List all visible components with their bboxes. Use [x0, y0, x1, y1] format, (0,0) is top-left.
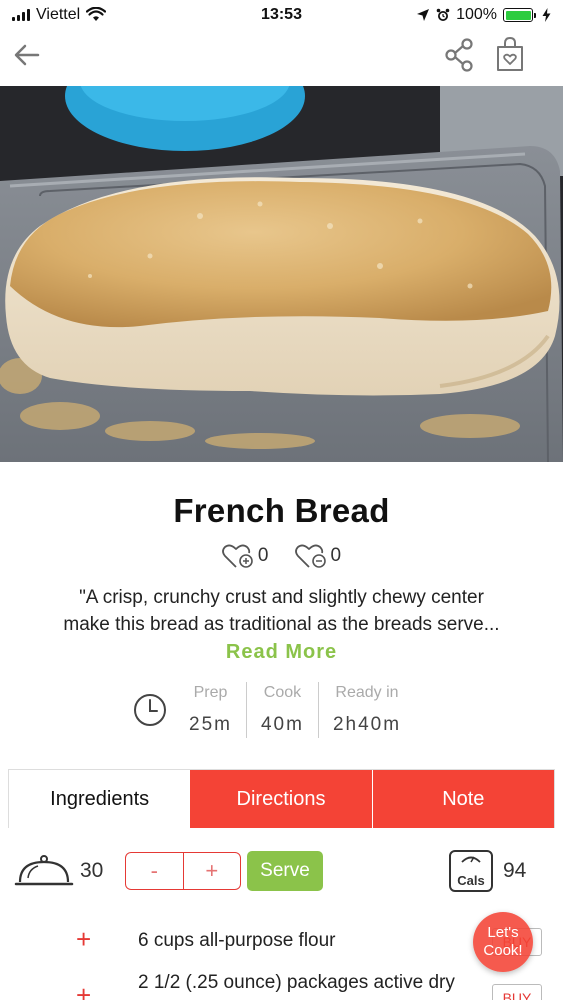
heart-minus-icon [294, 544, 326, 568]
tab-note[interactable]: Note [371, 770, 554, 828]
wifi-icon [86, 7, 107, 21]
increase-servings-button[interactable]: + [182, 853, 241, 889]
ingredient-item: + 2 1/2 (.25 ounce) packages active dry … [0, 966, 563, 1000]
prep-time: Prep 25m [185, 682, 246, 738]
dislike-count: 0 [330, 545, 342, 566]
clock-icon [134, 694, 166, 726]
prep-time-value: 25m [189, 714, 232, 735]
decrease-servings-button[interactable]: - [126, 853, 183, 889]
lets-cook-line-2: Cook! [483, 942, 523, 959]
status-time: 13:53 [261, 6, 302, 23]
lets-cook-button[interactable]: Let's Cook! [473, 912, 533, 972]
status-right: 100% [416, 6, 551, 24]
recipe-tabs: Ingredients Directions Note [8, 769, 555, 828]
cook-time: Cook 40m [245, 682, 318, 738]
cook-time-label: Cook [263, 684, 302, 701]
lets-cook-line-1: Let's [487, 924, 519, 941]
add-ingredient-icon[interactable]: + [76, 926, 91, 952]
recipe-photo [0, 86, 563, 462]
heart-plus-icon [222, 544, 253, 568]
signal-icon [12, 9, 30, 21]
status-left: Viettel [12, 6, 107, 24]
location-arrow-icon [417, 9, 430, 21]
calorie-scale-icon: Cals [449, 850, 493, 892]
reactions: 0 0 [0, 542, 563, 570]
charging-icon [542, 8, 551, 22]
tab-directions[interactable]: Directions [190, 770, 372, 828]
description-line-1: "A crisp, crunchy crust and slightly che… [79, 587, 484, 608]
share-icon[interactable] [444, 38, 474, 72]
like-count: 0 [257, 545, 269, 566]
serve-button[interactable]: Serve [247, 851, 323, 891]
dislike-button[interactable]: 0 [294, 542, 342, 570]
ready-time: Ready in 2h40m [317, 682, 415, 738]
cook-time-value: 40m [260, 714, 304, 735]
servings-stepper: - + [125, 852, 241, 890]
nav-bar [0, 30, 563, 86]
recipe-title: French Bread [173, 492, 390, 529]
add-ingredient-icon[interactable]: + [76, 982, 91, 1000]
status-bar: Viettel 13:53 100% [0, 0, 563, 30]
like-button[interactable]: 0 [222, 542, 269, 570]
serving-row: 30 - + Serve Cals 94 [0, 844, 563, 900]
shopping-bag-icon[interactable] [494, 36, 526, 72]
description-line-2: make this bread as traditional as the br… [63, 614, 500, 635]
calorie-value: 94 [503, 859, 527, 882]
carrier-label: Viettel [36, 6, 81, 23]
buy-button[interactable]: BUY [492, 984, 542, 1000]
recipe-times: Prep 25m Cook 40m Ready in 2h40m [133, 680, 415, 740]
tab-ingredients[interactable]: Ingredients [9, 770, 191, 828]
ingredient-text: 2 1/2 (.25 ounce) packages active dry [138, 972, 455, 993]
prep-time-label: Prep [193, 684, 228, 701]
servings-count: 30 [80, 859, 104, 882]
battery-percent: 100% [456, 6, 497, 23]
ready-time-label: Ready in [335, 684, 399, 701]
ingredient-text: 6 cups all-purpose flour [138, 930, 336, 951]
read-more-link[interactable]: Read More [0, 641, 563, 664]
back-arrow-icon[interactable] [12, 40, 42, 70]
ready-time-value: 2h40m [332, 714, 402, 735]
cals-icon-label: Cals [457, 873, 484, 888]
recipe-description: "A crisp, crunchy crust and slightly che… [18, 584, 545, 638]
alarm-icon [436, 8, 450, 21]
cloche-icon [14, 855, 74, 886]
battery-icon [503, 8, 536, 22]
